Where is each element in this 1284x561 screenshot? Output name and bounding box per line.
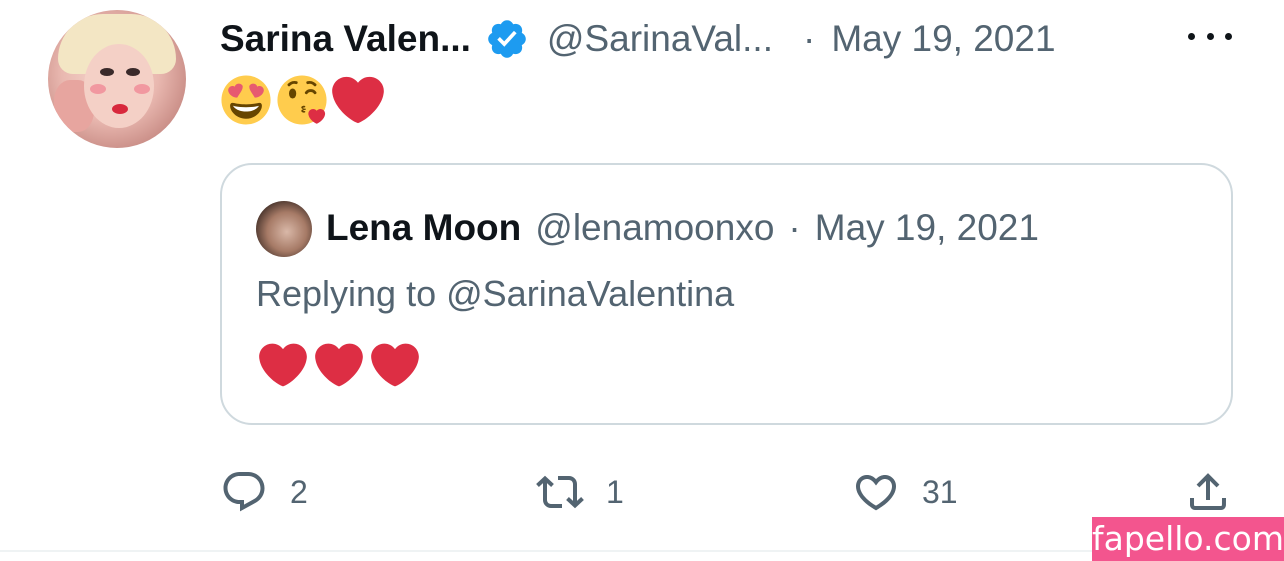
quoted-tweet-date: May 19, 2021 — [814, 207, 1039, 248]
share-button[interactable] — [1184, 464, 1232, 520]
red-heart-icon — [332, 76, 384, 124]
like-button[interactable]: 31 — [852, 464, 958, 520]
smiling-face-with-heart-eyes-icon — [221, 75, 271, 125]
retweet-icon — [536, 475, 584, 509]
replying-to-line: Replying to @SarinaValentina — [256, 273, 734, 315]
more-options-icon[interactable] — [1188, 26, 1232, 46]
avatar-eye-left — [100, 68, 114, 76]
reply-icon — [223, 472, 265, 512]
author-handle[interactable]: @SarinaVal... — [547, 18, 773, 60]
like-count: 31 — [922, 473, 958, 510]
face-blowing-a-kiss-icon — [277, 75, 327, 125]
quoted-header-separator: · — [788, 207, 801, 248]
reply-count: 2 — [290, 473, 308, 510]
verified-badge-icon[interactable] — [485, 17, 529, 61]
avatar-cheek-right — [134, 84, 150, 94]
retweet-count: 1 — [606, 473, 624, 510]
quoted-author-handle: @lenamoonxo — [535, 207, 775, 248]
avatar-cheek-left — [90, 84, 106, 94]
author-avatar[interactable] — [48, 10, 186, 148]
watermark: fapello.com — [1092, 517, 1284, 561]
quoted-tweet[interactable]: Lena Moon @lenamoonxo · May 19, 2021 Rep… — [220, 163, 1233, 425]
retweet-button[interactable]: 1 — [536, 464, 624, 520]
tweet-card[interactable]: Sarina Valen... @SarinaVal... · May 19, … — [0, 0, 1284, 561]
more-dot-1 — [1188, 32, 1195, 40]
quoted-author-display-name: Lena Moon — [326, 207, 522, 248]
quoted-author-avatar[interactable] — [256, 201, 312, 257]
avatar-lips — [112, 104, 128, 114]
quoted-tweet-header: Lena Moon @lenamoonxo · May 19, 2021 — [326, 203, 1039, 253]
quoted-tweet-text — [258, 341, 420, 389]
avatar-eye-right — [126, 68, 140, 76]
more-dot-3 — [1225, 32, 1232, 40]
replying-to-label: Replying to — [256, 273, 437, 314]
share-icon — [1190, 473, 1226, 510]
tweet-date[interactable]: May 19, 2021 — [831, 18, 1055, 60]
tweet-text — [220, 74, 384, 126]
more-dot-2 — [1206, 32, 1214, 40]
header-separator: · — [803, 18, 816, 59]
author-display-name[interactable]: Sarina Valen... — [220, 18, 471, 60]
reply-button[interactable]: 2 — [220, 464, 308, 520]
tweet-header: Sarina Valen... @SarinaVal... · May 19, … — [220, 14, 1056, 64]
heart-icon — [855, 475, 897, 511]
red-heart-icon — [315, 343, 363, 387]
red-heart-icon — [259, 343, 307, 387]
red-heart-icon — [371, 343, 419, 387]
replying-to-mention: @SarinaValentina — [446, 273, 735, 314]
tweet-actions: 2 1 31 — [220, 464, 1240, 520]
